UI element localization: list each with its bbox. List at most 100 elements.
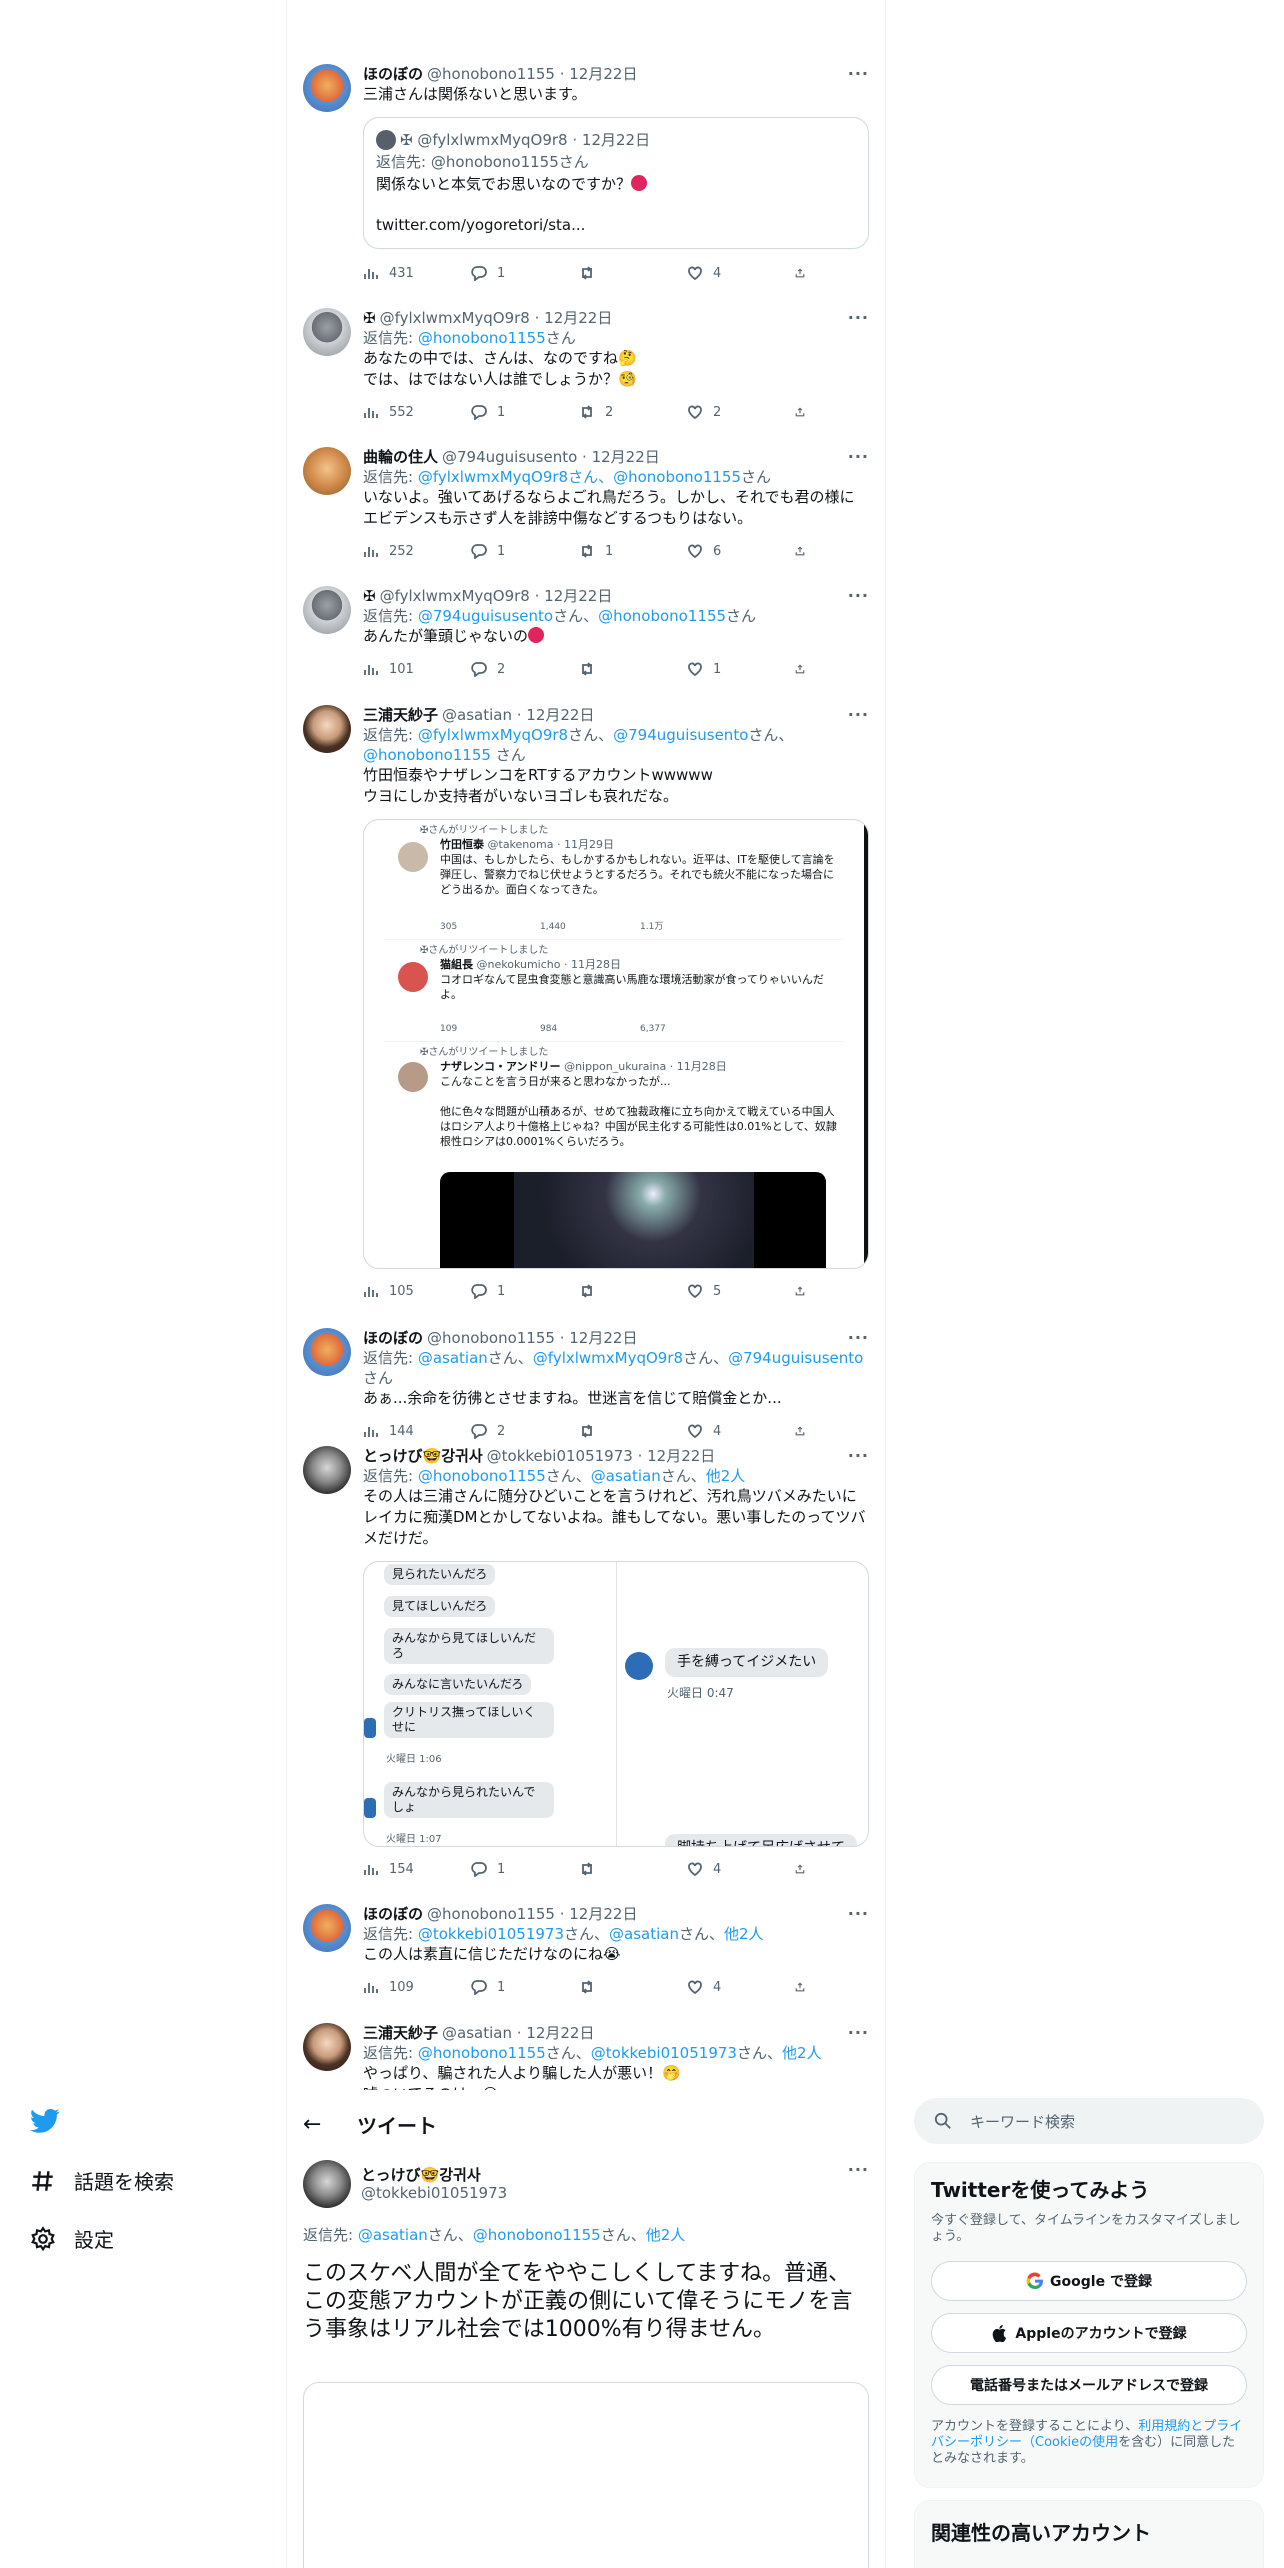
handle[interactable]: @honobono1155 xyxy=(427,64,555,84)
reply-mention-link[interactable]: @794uguisusento xyxy=(728,1349,863,1367)
timestamp[interactable]: 12月22日 xyxy=(526,2023,594,2043)
like-button[interactable]: 4 xyxy=(687,1861,795,1877)
reply-button[interactable]: 1 xyxy=(471,1283,579,1299)
handle[interactable]: @honobono1155 xyxy=(427,1328,555,1348)
timestamp[interactable]: 12月22日 xyxy=(544,308,612,328)
chat-screenshot[interactable]: 見られたいんだろ 見てほしいんだろ みんなから見てほしいんだろ みんなに言いたい… xyxy=(363,1561,869,1847)
tweet[interactable]: 曲輪の住人 @794uguisusento · 12月22日 返信先: @fylx… xyxy=(287,447,885,561)
share-button[interactable] xyxy=(795,1979,815,1995)
views-button[interactable]: 552 xyxy=(363,404,471,420)
tweet[interactable]: ✠ @fylxlwmxMyqO9r8 · 12月22日 返信先: @honobon… xyxy=(287,308,885,422)
reply-mention-link[interactable]: 他2人 xyxy=(706,1467,746,1485)
reply-mention-link[interactable]: @fylxlwmxMyqO9r8 xyxy=(418,726,568,744)
reply-mention-link[interactable]: @honobono1155 xyxy=(418,1467,546,1485)
retweet-button[interactable] xyxy=(579,265,687,281)
tweet[interactable]: とっけび🤓강귀사 @tokkebi01051973 · 12月22日 返信先: @… xyxy=(287,1446,885,1879)
display-name[interactable]: ✠ xyxy=(363,308,376,328)
apple-signup-button[interactable]: Appleのアカウントで登録 xyxy=(931,2313,1247,2353)
retweet-button[interactable] xyxy=(579,1979,687,1995)
retweet-button[interactable] xyxy=(579,1423,687,1439)
search-input[interactable]: キーワード検索 xyxy=(914,2098,1264,2144)
tweet-media[interactable] xyxy=(303,2382,869,2568)
back-arrow-icon[interactable]: ← xyxy=(303,2112,321,2137)
avatar[interactable] xyxy=(303,705,351,753)
reply-mention-link[interactable]: @asatian xyxy=(358,2226,428,2244)
reply-button[interactable]: 1 xyxy=(471,404,579,420)
phone-email-signup-button[interactable]: 電話番号またはメールアドレスで登録 xyxy=(931,2365,1247,2405)
quoted-tweet[interactable]: ✠ @fylxlwmxMyqO9r8 · 12月22日 返信先: @honobo… xyxy=(363,117,869,249)
reply-mention-link[interactable]: @honobono1155 xyxy=(418,329,546,347)
avatar[interactable] xyxy=(303,2023,351,2071)
retweet-button[interactable] xyxy=(579,661,687,677)
handle[interactable]: @tokkebi01051973 xyxy=(361,2184,507,2202)
reply-mention-link[interactable]: @honobono1155 xyxy=(613,468,741,486)
timestamp[interactable]: 12月22日 xyxy=(569,1328,637,1348)
more-icon[interactable]: ··· xyxy=(848,2023,869,2042)
tweet[interactable]: ✠ @fylxlwmxMyqO9r8 · 12月22日 返信先: @794ugui… xyxy=(287,586,885,679)
handle[interactable]: @fylxlwmxMyqO9r8 xyxy=(380,586,530,606)
handle[interactable]: @honobono1155 xyxy=(427,1904,555,1924)
like-button[interactable]: 4 xyxy=(687,265,795,281)
display-name[interactable]: ほのぼの xyxy=(363,64,423,84)
reply-mention-link[interactable]: @honobono1155 xyxy=(363,746,491,764)
views-button[interactable]: 154 xyxy=(363,1861,471,1877)
avatar[interactable] xyxy=(303,2160,351,2208)
avatar[interactable] xyxy=(303,1328,351,1376)
reply-button[interactable]: 2 xyxy=(471,1423,579,1439)
tweet[interactable]: ほのぼの @honobono1155 · 12月22日 返信先: @asatian… xyxy=(287,1328,885,1441)
reply-mention-link[interactable]: @tokkebi01051973 xyxy=(591,2044,737,2062)
avatar[interactable] xyxy=(303,1904,351,1952)
display-name[interactable]: ほのぼの xyxy=(363,1328,423,1348)
retweet-button[interactable]: 1 xyxy=(579,543,687,559)
reply-mention-link[interactable]: 他2人 xyxy=(724,1925,764,1943)
retweet-button[interactable] xyxy=(579,1283,687,1299)
like-button[interactable]: 4 xyxy=(687,1979,795,1995)
more-icon[interactable]: ··· xyxy=(848,447,869,466)
reply-mention-link[interactable]: @honobono1155 xyxy=(598,607,726,625)
reply-mention-link[interactable]: @asatian xyxy=(418,1349,488,1367)
share-button[interactable] xyxy=(795,1283,815,1299)
quote-link[interactable]: twitter.com/yogoretori/sta... xyxy=(376,215,856,236)
reply-button[interactable]: 1 xyxy=(471,543,579,559)
more-icon[interactable]: ··· xyxy=(848,1328,869,1347)
handle[interactable]: @794uguisusento xyxy=(442,447,577,467)
display-name[interactable]: 三浦天紗子 xyxy=(363,2023,438,2043)
reply-mention-link[interactable]: 他2人 xyxy=(782,2044,822,2062)
reply-mention-link[interactable]: @asatian xyxy=(609,1925,679,1943)
timestamp[interactable]: 12月22日 xyxy=(647,1446,715,1466)
sidebar-item-settings[interactable]: 設定 xyxy=(30,2224,114,2253)
share-button[interactable] xyxy=(795,404,815,420)
reply-mention-link[interactable]: @honobono1155 xyxy=(473,2226,601,2244)
views-button[interactable]: 101 xyxy=(363,661,471,677)
reply-button[interactable]: 2 xyxy=(471,661,579,677)
timestamp[interactable]: 12月22日 xyxy=(526,705,594,725)
handle[interactable]: @fylxlwmxMyqO9r8 xyxy=(380,308,530,328)
more-icon[interactable]: ··· xyxy=(848,1446,869,1465)
more-icon[interactable]: ··· xyxy=(848,64,869,83)
like-button[interactable]: 5 xyxy=(687,1283,795,1299)
display-name[interactable]: ✠ xyxy=(363,586,376,606)
handle[interactable]: @tokkebi01051973 xyxy=(487,1446,633,1466)
like-button[interactable]: 6 xyxy=(687,543,795,559)
like-button[interactable]: 2 xyxy=(687,404,795,420)
more-icon[interactable]: ··· xyxy=(848,586,869,605)
avatar[interactable] xyxy=(303,64,351,112)
reply-button[interactable]: 1 xyxy=(471,1979,579,1995)
reply-mention-link[interactable]: @honobono1155 xyxy=(418,2044,546,2062)
video-thumbnail[interactable] xyxy=(440,1172,826,1268)
reply-mention-link[interactable]: @tokkebi01051973 xyxy=(418,1925,564,1943)
tweet[interactable]: 三浦天紗子 @asatian · 12月22日 返信先: @honobono115… xyxy=(287,2023,885,2090)
display-name[interactable]: ほのぼの xyxy=(363,1904,423,1924)
display-name[interactable]: とっけび🤓강귀사 xyxy=(363,1446,483,1466)
retweet-button[interactable]: 2 xyxy=(579,404,687,420)
more-icon[interactable]: ··· xyxy=(848,1904,869,1923)
display-name[interactable]: 三浦天紗子 xyxy=(363,705,438,725)
avatar[interactable] xyxy=(303,447,351,495)
reply-mention-link[interactable]: 他2人 xyxy=(646,2226,686,2244)
reply-mention-link[interactable]: @794uguisusento xyxy=(418,607,553,625)
views-button[interactable]: 144 xyxy=(363,1423,471,1439)
sidebar-item-explore[interactable]: 話題を検索 xyxy=(30,2166,174,2195)
tweet[interactable]: 三浦天紗子 @asatian · 12月22日 返信先: @fylxlwmxMyq… xyxy=(287,705,885,1301)
views-button[interactable]: 252 xyxy=(363,543,471,559)
like-button[interactable]: 4 xyxy=(687,1423,795,1439)
